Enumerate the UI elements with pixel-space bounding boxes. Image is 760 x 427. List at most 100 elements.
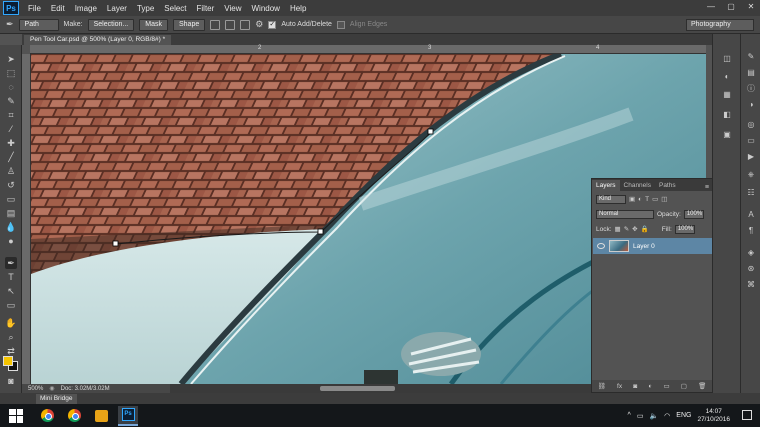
tool-presets-icon[interactable]: ▭ — [746, 136, 756, 146]
language-indicator[interactable]: ENG — [676, 412, 691, 419]
eye-icon[interactable] — [597, 243, 605, 249]
filter-type-icon[interactable]: T — [645, 196, 649, 203]
chevron-up-icon[interactable]: ^ — [628, 412, 631, 419]
history-panel-icon[interactable]: ◫ — [722, 54, 732, 64]
shape-tool-icon[interactable]: ▭ — [5, 299, 17, 311]
path-selection-tool-icon[interactable]: ↖ — [5, 285, 17, 297]
document-tab[interactable]: Pen Tool Car.psd @ 500% (Layer 0, RGB/8#… — [24, 35, 172, 45]
history-brush-tool-icon[interactable]: ↺ — [5, 179, 17, 191]
taskbar-media-player[interactable] — [91, 406, 111, 426]
filter-shape-icon[interactable]: ▭ — [652, 195, 658, 203]
make-selection-button[interactable]: Selection... — [87, 18, 135, 31]
windows-start-icon[interactable] — [9, 408, 23, 423]
swatches-panel-icon[interactable]: ▦ — [722, 90, 732, 100]
brush-tool-icon[interactable]: ╱ — [5, 151, 17, 163]
vertical-ruler[interactable] — [22, 54, 31, 384]
color-panel-icon[interactable]: ◐ — [722, 72, 732, 82]
filter-kind-select[interactable]: Kind — [596, 194, 626, 204]
tab-channels[interactable]: Channels — [620, 180, 655, 191]
brush-presets-icon[interactable]: ☷ — [746, 188, 756, 198]
close-button[interactable]: ✕ — [746, 2, 756, 11]
clone-source-icon[interactable]: ⎈ — [746, 170, 756, 180]
marquee-tool-icon[interactable]: ⬚ — [5, 67, 17, 79]
gradient-tool-icon[interactable]: ▤ — [5, 207, 17, 219]
make-mask-button[interactable]: Mask — [139, 18, 168, 31]
minimize-button[interactable]: — — [706, 2, 716, 11]
blur-tool-icon[interactable]: 💧 — [5, 221, 17, 233]
layer-comps-icon[interactable]: ◎ — [746, 120, 756, 130]
path-alignment-icon[interactable] — [225, 19, 236, 30]
scrollbar-thumb[interactable] — [320, 386, 395, 391]
link-icon[interactable]: ⛓ — [598, 382, 606, 390]
type-tool-icon[interactable]: T — [5, 271, 17, 283]
fill-field[interactable]: 100% — [674, 224, 695, 234]
menu-layer[interactable]: Layer — [102, 4, 132, 13]
filter-adjustment-icon[interactable]: ◐ — [638, 196, 642, 203]
gear-icon[interactable]: ⚙ — [255, 19, 263, 30]
new-layer-icon[interactable]: ▢ — [681, 382, 687, 390]
lock-all-icon[interactable]: 🔒 — [641, 225, 649, 233]
taskbar-chrome-1[interactable] — [37, 406, 57, 426]
menu-image[interactable]: Image — [70, 4, 102, 13]
path-operations-icon[interactable] — [210, 19, 221, 30]
network-icon[interactable]: ▭ — [637, 412, 644, 420]
actions-panel-icon[interactable]: ▶ — [746, 152, 756, 162]
mask-icon[interactable]: ◙ — [633, 383, 637, 390]
workspace-select[interactable]: Photography — [686, 19, 754, 31]
lasso-tool-icon[interactable]: ◌ — [5, 81, 17, 93]
channels-panel-icon[interactable]: ⊛ — [746, 264, 756, 274]
filter-smart-icon[interactable]: ◫ — [661, 195, 667, 203]
taskbar-chrome-2[interactable] — [64, 406, 84, 426]
trash-icon[interactable]: 🗑 — [698, 382, 706, 390]
notifications-icon[interactable] — [742, 410, 752, 420]
horizontal-ruler[interactable]: 2 3 4 — [30, 45, 706, 54]
crop-tool-icon[interactable]: ⌗ — [5, 109, 17, 121]
dodge-tool-icon[interactable]: ● — [5, 235, 17, 247]
quick-mask-icon[interactable]: ◙ — [5, 375, 17, 387]
maximize-button[interactable]: ▢ — [726, 2, 736, 11]
pen-mode-select[interactable]: Path — [18, 18, 59, 31]
foreground-color-swatch[interactable] — [3, 356, 13, 366]
hand-tool-icon[interactable]: ✋ — [5, 317, 17, 329]
zoom-tool-icon[interactable]: ⌕ — [5, 331, 17, 343]
menu-help[interactable]: Help — [285, 4, 311, 13]
eraser-tool-icon[interactable]: ▭ — [5, 193, 17, 205]
panel-menu-icon[interactable]: ≡ — [705, 184, 712, 191]
clock[interactable]: 14:07 27/10/2016 — [697, 408, 730, 424]
character-panel-icon[interactable]: A — [746, 210, 756, 220]
volume-icon[interactable]: 🔈 — [649, 412, 658, 420]
tab-layers[interactable]: Layers — [592, 180, 620, 191]
paths-panel-icon[interactable]: ⌘ — [746, 280, 756, 290]
auto-add-delete-checkbox[interactable]: ✓ — [268, 20, 277, 29]
clone-stamp-tool-icon[interactable]: ♙ — [5, 165, 17, 177]
brush-panel-icon[interactable]: ✎ — [746, 52, 756, 62]
move-tool-icon[interactable]: ➤ — [5, 53, 17, 65]
healing-tool-icon[interactable]: ✚ — [5, 137, 17, 149]
menu-type[interactable]: Type — [132, 4, 159, 13]
tab-paths[interactable]: Paths — [655, 180, 680, 191]
menu-window[interactable]: Window — [247, 4, 285, 13]
quick-select-tool-icon[interactable]: ✎ — [5, 95, 17, 107]
menu-filter[interactable]: Filter — [192, 4, 220, 13]
layers-panel-icon[interactable]: ◈ — [746, 248, 756, 258]
group-icon[interactable]: ▭ — [663, 382, 669, 390]
pen-tool-icon[interactable]: ✒ — [5, 257, 17, 269]
info-panel-icon[interactable]: ⓘ — [746, 84, 756, 94]
menu-select[interactable]: Select — [159, 4, 191, 13]
opacity-field[interactable]: 100% — [683, 209, 704, 219]
fx-icon[interactable]: fx — [617, 383, 622, 390]
align-edges-checkbox[interactable] — [336, 20, 345, 29]
wifi-icon[interactable]: ◠ — [664, 412, 670, 420]
lock-position-icon[interactable]: ✥ — [632, 225, 637, 233]
menu-file[interactable]: File — [23, 4, 46, 13]
mini-bridge-tab[interactable]: Mini Bridge — [36, 394, 77, 404]
eyedropper-tool-icon[interactable]: ⁄ — [5, 123, 17, 135]
taskbar-photoshop[interactable]: Ps — [118, 405, 138, 426]
styles-panel-icon[interactable]: ▣ — [722, 130, 732, 140]
adjustment-icon[interactable]: ◐ — [648, 383, 652, 390]
blend-mode-select[interactable]: Normal — [596, 209, 654, 219]
lock-image-icon[interactable]: ✎ — [624, 225, 629, 233]
filter-pixel-icon[interactable]: ▣ — [629, 195, 635, 203]
layer-name[interactable]: Layer 0 — [633, 243, 655, 250]
make-shape-button[interactable]: Shape — [172, 18, 206, 31]
